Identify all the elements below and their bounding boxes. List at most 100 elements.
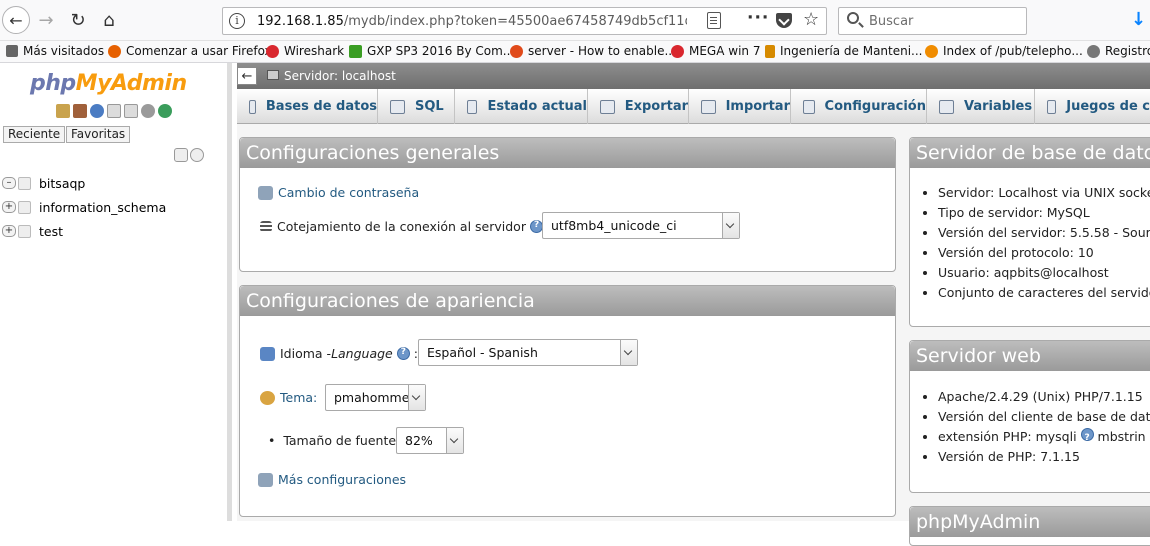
phpmyadmin-logo[interactable]: phpMyAdmin	[30, 71, 187, 96]
bookmark-star-icon[interactable]: ☆	[803, 9, 819, 30]
tab-label: SQL	[415, 99, 444, 114]
list-item: Usuario: aqpbits@localhost	[938, 263, 1150, 283]
gear-icon[interactable]	[141, 104, 155, 118]
expand-icon[interactable]: +	[2, 225, 16, 237]
forward-button[interactable]: →	[33, 7, 59, 33]
url-host: 192.168.1.85	[257, 14, 344, 29]
tree-item-test[interactable]: + test	[2, 219, 166, 243]
home-icon: ⌂	[103, 9, 115, 31]
tab-label: Importar	[725, 99, 790, 114]
bookmark-item[interactable]: MEGA win 7	[671, 44, 760, 58]
collapse-all-icon[interactable]	[174, 148, 188, 162]
help-icon[interactable]	[396, 347, 410, 360]
server-breadcrumb: ← Servidor: localhost	[237, 63, 1150, 89]
bookmark-item[interactable]: Ingeniería de Manteni...	[765, 44, 923, 58]
tab-import[interactable]: Importar	[689, 89, 791, 124]
more-settings-link[interactable]: Más configuraciones	[258, 472, 406, 487]
info-icon[interactable]: i	[229, 13, 245, 29]
label-text: Tamaño de fuente:	[283, 433, 401, 448]
tab-recent[interactable]: Reciente	[3, 126, 66, 143]
key-icon	[258, 185, 273, 200]
database-name[interactable]: bitsaqp	[39, 176, 85, 191]
reload-button[interactable]: ↻	[65, 7, 91, 33]
web-server-panel: Servidor web Apache/2.4.29 (Unix) PHP/7.…	[909, 340, 1150, 493]
database-name[interactable]: test	[39, 224, 63, 239]
panel-title: phpMyAdmin	[910, 507, 1150, 537]
docs-icon[interactable]	[124, 104, 138, 118]
bookmark-item[interactable]: Index of /pub/telepho...	[925, 44, 1083, 58]
download-icon[interactable]: ↓	[1131, 9, 1146, 30]
database-icon	[18, 176, 31, 190]
page-actions-icon[interactable]: ···	[747, 8, 769, 28]
tab-settings[interactable]: Configuración	[791, 89, 927, 124]
language-label: Idioma - Language:	[260, 346, 418, 361]
tab-label: Bases de datos	[265, 99, 377, 114]
bookmark-item[interactable]: Registro	[1087, 44, 1150, 58]
list-item: Versión de PHP: 7.1.15	[938, 447, 1150, 467]
reader-view-icon[interactable]	[707, 12, 721, 29]
font-size-select[interactable]: 82%	[396, 427, 464, 454]
collation-label: Cotejamiento de la conexión al servidor:	[260, 219, 551, 234]
database-server-panel: Servidor de base de dato Servidor: Local…	[909, 137, 1150, 327]
language-select[interactable]: Español - Spanish	[418, 339, 638, 366]
tree-item-bitsaqp[interactable]: – bitsaqp	[2, 171, 166, 195]
bookmark-item[interactable]: Wireshark	[266, 44, 344, 58]
bookmark-item[interactable]: server - How to enable...	[510, 44, 676, 58]
database-tree: – bitsaqp + information_schema + test	[2, 171, 166, 243]
pocket-icon[interactable]	[776, 13, 792, 28]
list-item: Versión del servidor: 5.5.58 - Sourc	[938, 223, 1150, 243]
arrow-left-icon: ←	[9, 10, 23, 30]
theme-link[interactable]: Tema:	[280, 390, 317, 405]
tab-export[interactable]: Exportar	[588, 89, 689, 124]
label-text: Idioma -	[280, 346, 332, 361]
tab-charsets[interactable]: Juegos de c	[1035, 89, 1150, 124]
charset-icon	[1047, 99, 1057, 114]
reload-icon[interactable]	[158, 104, 172, 118]
tab-databases[interactable]: Bases de datos	[237, 89, 378, 124]
firefox-icon	[108, 44, 121, 58]
address-bar[interactable]: i 192.168.1.85/mydb/index.php?token=4550…	[222, 7, 827, 35]
collation-select[interactable]: utf8mb4_unicode_ci	[542, 212, 740, 239]
logo-myadmin: MyAdmin	[75, 71, 187, 96]
bookmark-item[interactable]: Más visitados	[6, 44, 104, 58]
home-button[interactable]: ⌂	[96, 7, 122, 33]
change-password-link[interactable]: Cambio de contraseña	[258, 185, 419, 200]
tab-status[interactable]: Estado actual	[455, 89, 588, 124]
tab-sql[interactable]: SQL	[378, 89, 455, 124]
gear-icon	[6, 45, 18, 57]
search-input[interactable]: Buscar	[838, 7, 1027, 35]
list-item: Versión del cliente de base de dato	[938, 407, 1150, 427]
list-item-text: mbstrin	[1097, 429, 1146, 444]
web-server-info-list: Apache/2.4.29 (Unix) PHP/7.1.15 Versión …	[938, 387, 1150, 467]
collapse-sidebar-icon[interactable]: ←	[237, 67, 257, 85]
back-button[interactable]: ←	[2, 6, 30, 34]
label-text: Language	[331, 346, 393, 361]
expand-icon[interactable]: +	[2, 201, 16, 213]
export-icon	[600, 99, 615, 114]
bookmark-label: Registro	[1105, 44, 1150, 58]
tree-item-information-schema[interactable]: + information_schema	[2, 195, 166, 219]
home-icon[interactable]	[56, 104, 70, 118]
docs-icon[interactable]	[107, 104, 121, 118]
mega-icon	[671, 44, 684, 58]
logout-icon[interactable]	[73, 104, 87, 118]
theme-select[interactable]: pmahomme	[325, 384, 426, 411]
bookmark-item[interactable]: Comenzar a usar Firefox	[108, 44, 272, 58]
db-server-info-list: Servidor: Localhost via UNIX socke Tipo …	[938, 183, 1150, 303]
database-name[interactable]: information_schema	[39, 200, 166, 215]
help-icon[interactable]	[1080, 428, 1094, 448]
link-label: Más configuraciones	[278, 472, 407, 487]
url-text[interactable]: 192.168.1.85/mydb/index.php?token=45500a…	[257, 14, 687, 29]
tab-label: Variables	[964, 99, 1033, 114]
help-icon[interactable]	[90, 104, 104, 118]
tab-favorites[interactable]: Favoritas	[66, 126, 131, 143]
link-icon[interactable]	[190, 148, 204, 162]
tab-variables[interactable]: Variables	[927, 89, 1035, 124]
collapse-icon[interactable]: –	[2, 177, 16, 189]
ask-icon	[510, 44, 523, 58]
chevron-down-icon	[722, 213, 739, 238]
bookmark-item[interactable]: GXP SP3 2016 By Com...	[349, 44, 514, 58]
bookmark-label: Index of /pub/telepho...	[943, 44, 1083, 58]
label-text: Cotejamiento de la conexión al servidor	[277, 219, 526, 234]
server-link[interactable]: Servidor: localhost	[284, 69, 396, 83]
